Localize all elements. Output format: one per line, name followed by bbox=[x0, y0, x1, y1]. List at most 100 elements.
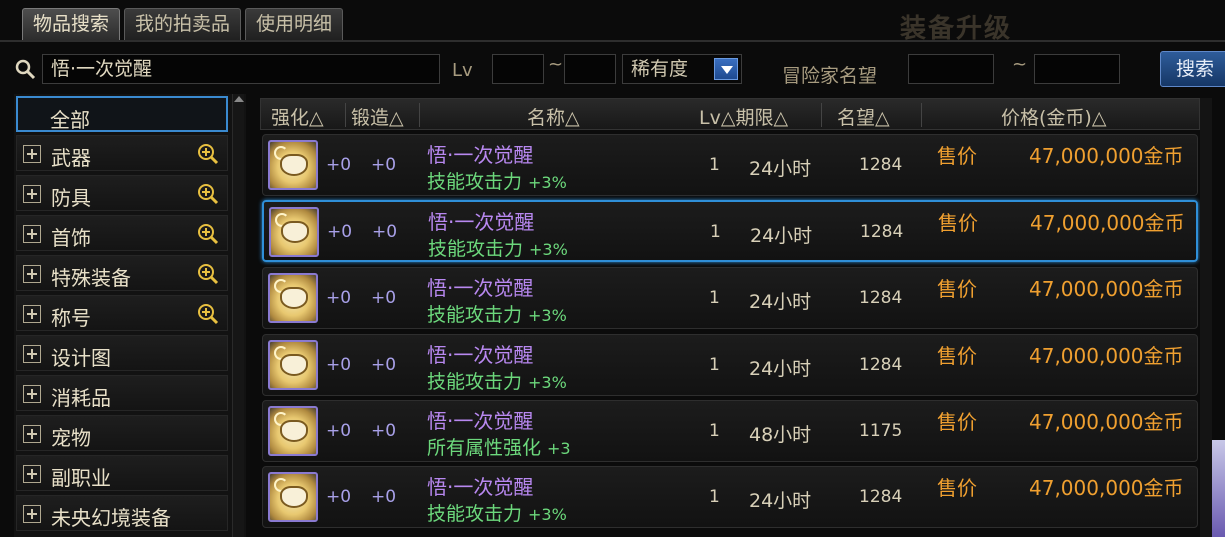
cell-price: 47,000,000金币 bbox=[1029, 344, 1184, 368]
cell-item-attribute: 所有属性强化 +3 bbox=[427, 437, 571, 459]
expand-icon[interactable] bbox=[23, 145, 41, 163]
search-input[interactable]: 悟·一次觉醒 bbox=[42, 54, 440, 84]
zoom-in-icon[interactable] bbox=[197, 303, 219, 325]
zoom-in-icon[interactable] bbox=[197, 143, 219, 165]
cell-item-name: 悟·一次觉醒 bbox=[427, 475, 534, 499]
category-blueprint[interactable]: 设计图 bbox=[16, 335, 228, 371]
category-consumable[interactable]: 消耗品 bbox=[16, 375, 228, 411]
cell-enhance: +0 bbox=[326, 421, 352, 441]
header-enhance[interactable]: 强化△ bbox=[271, 103, 324, 130]
header-divider bbox=[419, 103, 420, 127]
header-fame[interactable]: 名望△ bbox=[837, 103, 890, 130]
chevron-down-icon[interactable] bbox=[714, 58, 738, 80]
expand-icon[interactable] bbox=[23, 465, 41, 483]
cell-price: 47,000,000金币 bbox=[1030, 211, 1185, 235]
expand-icon[interactable] bbox=[23, 425, 41, 443]
table-row[interactable]: +0 +0 悟·一次觉醒 技能攻击力 +3% 1 24小时 1284 售价 47,… bbox=[262, 267, 1198, 329]
zoom-in-icon[interactable] bbox=[197, 223, 219, 245]
zoom-in-icon[interactable] bbox=[197, 263, 219, 285]
cell-enhance: +0 bbox=[326, 155, 352, 175]
category-special-equipment[interactable]: 特殊装备 bbox=[16, 255, 228, 291]
cell-sale-label: 售价 bbox=[937, 277, 977, 301]
cell-item-attribute: 技能攻击力 +3% bbox=[427, 503, 567, 525]
header-divider bbox=[345, 103, 346, 127]
cell-price: 47,000,000金币 bbox=[1029, 410, 1184, 434]
expand-icon[interactable] bbox=[23, 385, 41, 403]
category-weapon[interactable]: 武器 bbox=[16, 135, 228, 171]
expand-icon[interactable] bbox=[23, 505, 41, 523]
category-label: 防具 bbox=[51, 186, 91, 210]
tab-my-auctions[interactable]: 我的拍卖品 bbox=[124, 8, 242, 40]
expand-icon[interactable] bbox=[23, 305, 41, 323]
lv-range-separator: ~ bbox=[548, 54, 564, 75]
cell-fame: 1284 bbox=[859, 155, 903, 175]
expand-icon[interactable] bbox=[23, 225, 41, 243]
fame-range-separator: ~ bbox=[1012, 54, 1028, 75]
cell-forge: +0 bbox=[371, 487, 397, 507]
category-label: 消耗品 bbox=[51, 386, 111, 410]
cell-fame: 1284 bbox=[860, 222, 904, 242]
category-title[interactable]: 称号 bbox=[16, 295, 228, 331]
fame-label: 冒险家名望 bbox=[782, 65, 878, 87]
header-lv-period[interactable]: Lv△期限△ bbox=[699, 103, 788, 130]
item-icon[interactable] bbox=[269, 207, 319, 257]
fame-max-input[interactable] bbox=[1034, 54, 1120, 84]
cell-period: 24小时 bbox=[749, 490, 812, 512]
cell-fame: 1284 bbox=[859, 355, 903, 375]
cell-sale-label: 售价 bbox=[937, 144, 977, 168]
category-weiyang-equipment[interactable]: 未央幻境装备 bbox=[16, 495, 228, 531]
table-row[interactable]: +0 +0 悟·一次觉醒 所有属性强化 +3 1 48小时 1175 售价 47,… bbox=[262, 400, 1198, 462]
expand-icon[interactable] bbox=[23, 265, 41, 283]
item-icon[interactable] bbox=[268, 406, 318, 456]
category-label: 全部 bbox=[50, 108, 90, 132]
category-sub-profession[interactable]: 副职业 bbox=[16, 455, 228, 491]
item-icon[interactable] bbox=[268, 273, 318, 323]
cell-lv: 1 bbox=[709, 487, 720, 507]
cell-sale-label: 售价 bbox=[937, 410, 977, 434]
lv-min-input[interactable] bbox=[492, 54, 544, 84]
fame-min-input[interactable] bbox=[908, 54, 994, 84]
table-header: 强化△ 锻造△ 名称△ Lv△期限△ 名望△ 价格(金币)△ bbox=[260, 98, 1200, 130]
cell-forge: +0 bbox=[371, 155, 397, 175]
tab-item-search[interactable]: 物品搜索 bbox=[22, 8, 121, 40]
category-pet[interactable]: 宠物 bbox=[16, 415, 228, 451]
rarity-select[interactable]: 稀有度 bbox=[622, 54, 742, 84]
lv-max-input[interactable] bbox=[564, 54, 616, 84]
category-label: 首饰 bbox=[51, 226, 91, 250]
cell-fame: 1284 bbox=[859, 288, 903, 308]
cell-sale-label: 售价 bbox=[937, 476, 977, 500]
category-label: 副职业 bbox=[51, 466, 111, 490]
header-forge[interactable]: 锻造△ bbox=[351, 103, 404, 130]
category-label: 宠物 bbox=[51, 426, 91, 450]
cell-period: 48小时 bbox=[749, 424, 812, 446]
cell-enhance: +0 bbox=[327, 222, 353, 242]
table-row[interactable]: +0 +0 悟·一次觉醒 技能攻击力 +3% 1 24小时 1284 售价 47,… bbox=[262, 334, 1198, 396]
header-name[interactable]: 名称△ bbox=[527, 103, 580, 130]
category-accessory[interactable]: 首饰 bbox=[16, 215, 228, 251]
sidebar-scrollbar[interactable] bbox=[232, 94, 244, 537]
cell-enhance: +0 bbox=[326, 487, 352, 507]
expand-icon[interactable] bbox=[23, 185, 41, 203]
zoom-in-icon[interactable] bbox=[197, 183, 219, 205]
table-scrollbar[interactable] bbox=[1200, 98, 1212, 537]
expand-icon[interactable] bbox=[23, 345, 41, 363]
tab-usage-details[interactable]: 使用明细 bbox=[245, 8, 344, 40]
table-row[interactable]: +0 +0 悟·一次觉醒 技能攻击力 +3% 1 24小时 1284 售价 47,… bbox=[262, 466, 1198, 528]
cell-sale-label: 售价 bbox=[938, 211, 978, 235]
item-icon[interactable] bbox=[268, 340, 318, 390]
table-row[interactable]: +0 +0 悟·一次觉醒 技能攻击力 +3% 1 24小时 1284 售价 47,… bbox=[262, 134, 1198, 196]
cell-lv: 1 bbox=[709, 288, 720, 308]
table-row-selected[interactable]: +0 +0 悟·一次觉醒 技能攻击力 +3% 1 24小时 1284 售价 47,… bbox=[262, 200, 1198, 262]
item-icon[interactable] bbox=[268, 140, 318, 190]
character-sprite-edge bbox=[1212, 440, 1225, 537]
category-armor[interactable]: 防具 bbox=[16, 175, 228, 211]
search-button[interactable]: 搜索 bbox=[1160, 51, 1225, 87]
item-icon[interactable] bbox=[268, 472, 318, 522]
cell-item-attribute: 技能攻击力 +3% bbox=[427, 371, 567, 393]
header-price[interactable]: 价格(金币)△ bbox=[1001, 103, 1106, 130]
cell-period: 24小时 bbox=[749, 358, 812, 380]
scroll-up-icon[interactable] bbox=[234, 96, 244, 102]
category-all[interactable]: 全部 bbox=[16, 96, 228, 132]
cell-forge: +0 bbox=[371, 288, 397, 308]
cell-item-attribute: 技能攻击力 +3% bbox=[427, 304, 567, 326]
